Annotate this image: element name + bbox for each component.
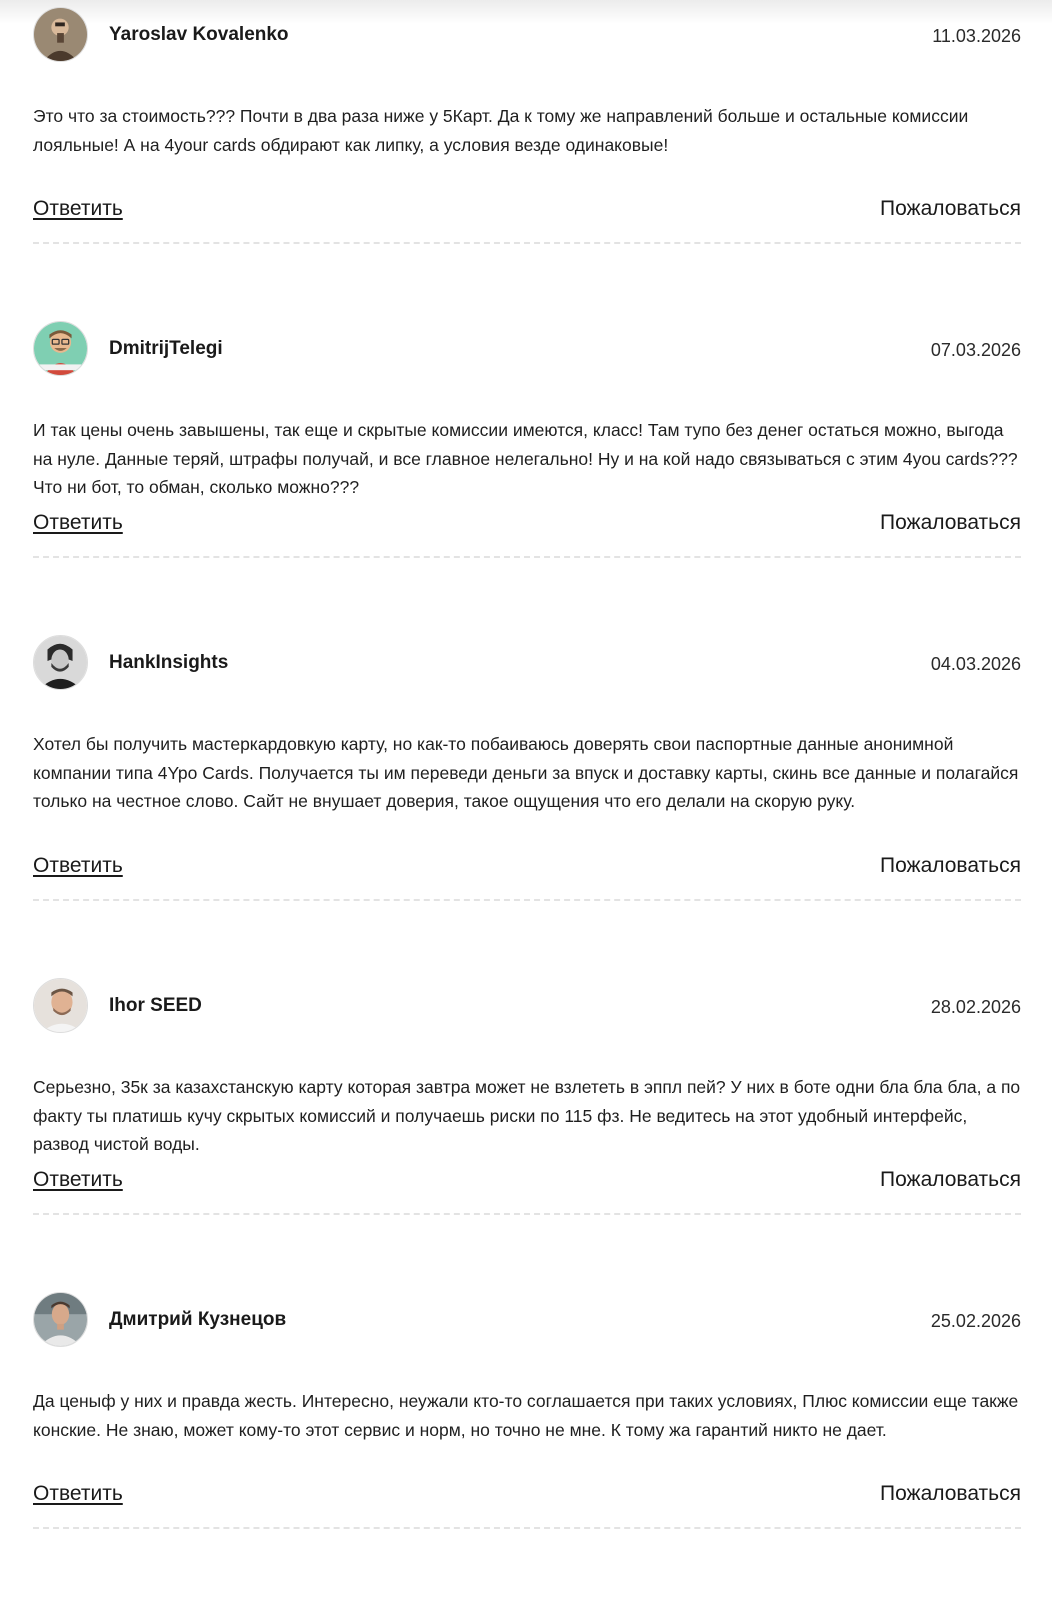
avatar[interactable] (33, 635, 88, 690)
comment-text: Серьезно, 35к за казахстанскую карту кот… (33, 1077, 1021, 1155)
report-link[interactable]: Пожаловаться (880, 510, 1021, 536)
comment-text: И так цены очень завышены, так еще и скр… (33, 420, 1018, 498)
avatar-cartoon (34, 322, 87, 375)
avatar-photo (34, 1293, 87, 1346)
comment-date: 04.03.2026 (930, 654, 1021, 674)
avatar[interactable] (33, 978, 88, 1033)
comment-divider (33, 1213, 1021, 1215)
comment-divider (33, 1527, 1021, 1529)
author-name: DmitrijTelegi (109, 338, 223, 359)
comment-item: Yaroslav Kovalenko 11.03.2026 Это что за… (33, 0, 1021, 314)
avatar-photo (34, 979, 87, 1032)
avatar[interactable] (33, 321, 88, 376)
comment-header: Дмитрий Кузнецов 25.02.2026 (33, 1292, 1021, 1348)
author-name: Yaroslav Kovalenko (109, 24, 289, 45)
author-name: Ihor SEED (109, 995, 202, 1016)
comment-text: Хотел бы получить мастеркардовкую карту,… (33, 734, 1019, 812)
report-link[interactable]: Пожаловаться (880, 1167, 1021, 1193)
reply-link[interactable]: Ответить (33, 510, 123, 536)
comment-divider (33, 556, 1021, 558)
author-name: HankInsights (109, 652, 229, 673)
comment-header: DmitrijTelegi 07.03.2026 (33, 321, 1021, 377)
reply-link[interactable]: Ответить (33, 1167, 123, 1193)
report-link[interactable]: Пожаловаться (880, 1481, 1021, 1507)
author-name: Дмитрий Кузнецов (109, 1309, 287, 1330)
report-link[interactable]: Пожаловаться (880, 196, 1021, 222)
comment-text: Да ценыф у них и правда жесть. Интересно… (33, 1391, 1019, 1440)
avatar-photo (34, 636, 87, 689)
comment-header: Yaroslav Kovalenko 11.03.2026 (33, 7, 1021, 63)
reply-link[interactable]: Ответить (33, 196, 123, 222)
comments-list: Yaroslav Kovalenko 11.03.2026 Это что за… (33, 0, 1021, 1599)
comment-item: Дмитрий Кузнецов 25.02.2026 Да ценыф у н… (33, 1285, 1021, 1599)
comment-date: 07.03.2026 (930, 340, 1021, 360)
comment-date: 25.02.2026 (930, 1311, 1021, 1331)
avatar[interactable] (33, 7, 88, 62)
comment-date: 11.03.2026 (932, 26, 1021, 46)
comment-header: Ihor SEED 28.02.2026 (33, 978, 1021, 1034)
comment-actions: Ответить Пожаловаться (33, 196, 1021, 224)
comment-date: 28.02.2026 (930, 997, 1021, 1017)
comment-header: HankInsights 04.03.2026 (33, 635, 1021, 691)
reply-link[interactable]: Ответить (33, 1481, 123, 1507)
comment-divider (33, 242, 1021, 244)
avatar[interactable] (33, 1292, 88, 1347)
avatar-photo (34, 8, 87, 61)
comment-actions: Ответить Пожаловаться (33, 510, 1021, 538)
comment-item: DmitrijTelegi 07.03.2026 И так цены очен… (33, 314, 1021, 628)
comment-actions: Ответить Пожаловаться (33, 853, 1021, 881)
comment-divider (33, 899, 1021, 901)
reply-link[interactable]: Ответить (33, 853, 123, 879)
report-link[interactable]: Пожаловаться (880, 853, 1021, 879)
comment-item: Ihor SEED 28.02.2026 Серьезно, 35к за ка… (33, 971, 1021, 1285)
comment-item: HankInsights 04.03.2026 Хотел бы получит… (33, 628, 1021, 971)
comment-actions: Ответить Пожаловаться (33, 1481, 1021, 1509)
comment-actions: Ответить Пожаловаться (33, 1167, 1021, 1195)
comment-text: Это что за стоимость??? Почти в два раза… (33, 106, 969, 155)
